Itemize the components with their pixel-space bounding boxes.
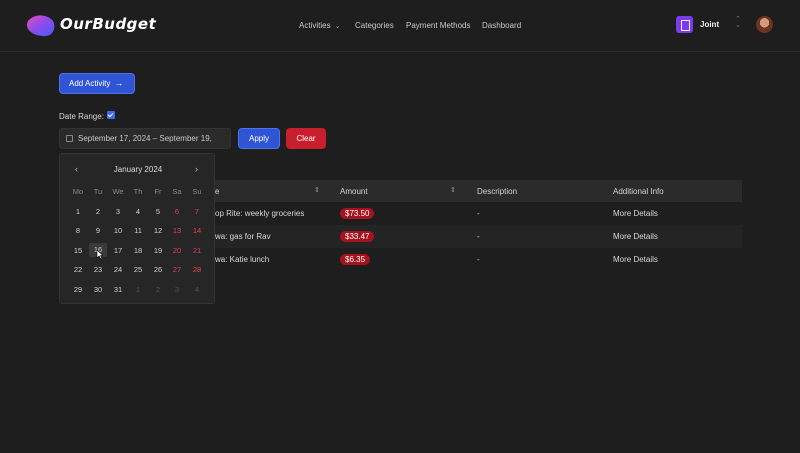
nav-payment-methods[interactable]: Payment Methods: [406, 21, 470, 30]
row-description: -: [477, 232, 480, 241]
row-name: wa: Katie lunch: [215, 255, 270, 264]
calendar-day[interactable]: 11: [129, 226, 147, 235]
calendar-day[interactable]: 25: [129, 265, 147, 274]
add-activity-label: Add Activity: [69, 79, 111, 88]
calendar-day[interactable]: 2: [149, 285, 167, 294]
calendar-day[interactable]: 20: [168, 246, 186, 255]
calendar-day[interactable]: 3: [168, 285, 186, 294]
calendar-day[interactable]: 23: [89, 265, 107, 274]
calendar-day[interactable]: 1: [129, 285, 147, 294]
row-description: -: [477, 209, 480, 218]
calendar-day[interactable]: 30: [89, 285, 107, 294]
row-name: wa: gas for Rav: [215, 232, 271, 241]
date-range-checkbox[interactable]: [107, 111, 115, 119]
brand-name[interactable]: OurBudget: [60, 15, 156, 33]
account-switcher-icon[interactable]: ⌃ ⌄: [735, 16, 741, 29]
calendar-day[interactable]: 1: [69, 207, 87, 216]
weekday-label: Su: [192, 187, 202, 196]
table-header: e ⇕ Amount ⇕ Description Additional Info: [200, 180, 742, 202]
calendar-day[interactable]: 8: [69, 226, 87, 235]
calendar-icon: [66, 135, 73, 142]
avatar[interactable]: [756, 16, 773, 33]
weekday-label: Tu: [93, 187, 103, 196]
mouse-cursor-icon: [96, 250, 103, 260]
calendar-day[interactable]: 24: [109, 265, 127, 274]
ourbudget-logo-icon[interactable]: [26, 15, 56, 37]
column-header-description: Description: [477, 187, 518, 196]
nav-dashboard[interactable]: Dashboard: [482, 21, 521, 30]
apply-button[interactable]: Apply: [238, 128, 280, 149]
nav-activities[interactable]: Activities ⌄: [299, 21, 340, 30]
calendar-day[interactable]: 5: [149, 207, 167, 216]
activities-table: e ⇕ Amount ⇕ Description Additional Info…: [200, 180, 742, 271]
amount-badge: $73.50: [340, 208, 375, 219]
calendar-day[interactable]: 6: [168, 207, 186, 216]
sort-icon[interactable]: ⇕: [314, 186, 320, 194]
calendar-day[interactable]: 2: [89, 207, 107, 216]
more-details-link[interactable]: More Details: [613, 209, 658, 218]
calendar-day[interactable]: 31: [109, 285, 127, 294]
calendar-day[interactable]: 12: [149, 226, 167, 235]
amount-badge: $6.35: [340, 254, 371, 265]
add-activity-button[interactable]: Add Activity →: [59, 73, 135, 94]
weekday-label: Mo: [72, 187, 84, 196]
building-icon[interactable]: [676, 16, 693, 33]
calendar-day[interactable]: 4: [188, 285, 206, 294]
calendar-day[interactable]: 15: [69, 246, 87, 255]
calendar-day[interactable]: 21: [188, 246, 206, 255]
arrow-right-icon: →: [114, 78, 124, 88]
calendar-day[interactable]: 7: [188, 207, 206, 216]
row-name: op Rite: weekly groceries: [215, 209, 305, 218]
calendar-day[interactable]: 13: [168, 226, 186, 235]
weekday-label: Fr: [154, 187, 162, 196]
nav-activities-label: Activities: [299, 21, 331, 30]
clear-button[interactable]: Clear: [286, 128, 326, 149]
weekday-label: We: [112, 187, 124, 196]
chevron-down-icon: ⌄: [334, 23, 341, 30]
next-month-icon[interactable]: ›: [195, 164, 198, 174]
row-description: -: [477, 255, 480, 264]
calendar-day[interactable]: 10: [109, 226, 127, 235]
amount-badge: $33.47: [340, 231, 375, 242]
calendar-day[interactable]: 3: [109, 207, 127, 216]
calendar-day[interactable]: 29: [69, 285, 87, 294]
weekday-label: Th: [133, 187, 143, 196]
calendar-day[interactable]: 26: [149, 265, 167, 274]
column-header-name[interactable]: e: [215, 187, 219, 196]
calendar-day[interactable]: 22: [69, 265, 87, 274]
calendar-day[interactable]: 27: [168, 265, 186, 274]
account-name[interactable]: Joint: [700, 20, 719, 29]
calendar-day[interactable]: 4: [129, 207, 147, 216]
table-row: op Rite: weekly groceries $73.50 - More …: [200, 202, 742, 225]
table-row: wa: gas for Rav $33.47 - More Details: [200, 225, 742, 248]
column-header-amount[interactable]: Amount: [340, 187, 368, 196]
calendar-day[interactable]: 18: [129, 246, 147, 255]
date-range-input[interactable]: September 17, 2024 – September 19, 2024: [59, 128, 231, 162]
more-details-link[interactable]: More Details: [613, 232, 658, 241]
calendar-day[interactable]: 14: [188, 226, 206, 235]
date-range-label: Date Range:: [59, 112, 104, 121]
sort-icon[interactable]: ⇕: [450, 186, 456, 194]
weekday-label: Sa: [172, 187, 182, 196]
date-picker-popover: ‹ January 2024 › Mo Tu We Th Fr Sa Su 1 2 3 4 5 6 7 8 9…: [59, 153, 215, 304]
table-row: wa: Katie lunch $6.35 - More Details: [200, 248, 742, 271]
top-nav-bar: OurBudget Activities ⌄ Categories Payment…: [0, 0, 800, 52]
calendar-day[interactable]: 9: [89, 226, 107, 235]
nav-categories[interactable]: Categories: [355, 21, 394, 30]
column-header-additional-info: Additional Info: [613, 187, 664, 196]
calendar-day[interactable]: 28: [188, 265, 206, 274]
calendar-day[interactable]: 19: [149, 246, 167, 255]
calendar-month-label: January 2024: [113, 165, 163, 174]
more-details-link[interactable]: More Details: [613, 255, 658, 264]
calendar-day[interactable]: 17: [109, 246, 127, 255]
